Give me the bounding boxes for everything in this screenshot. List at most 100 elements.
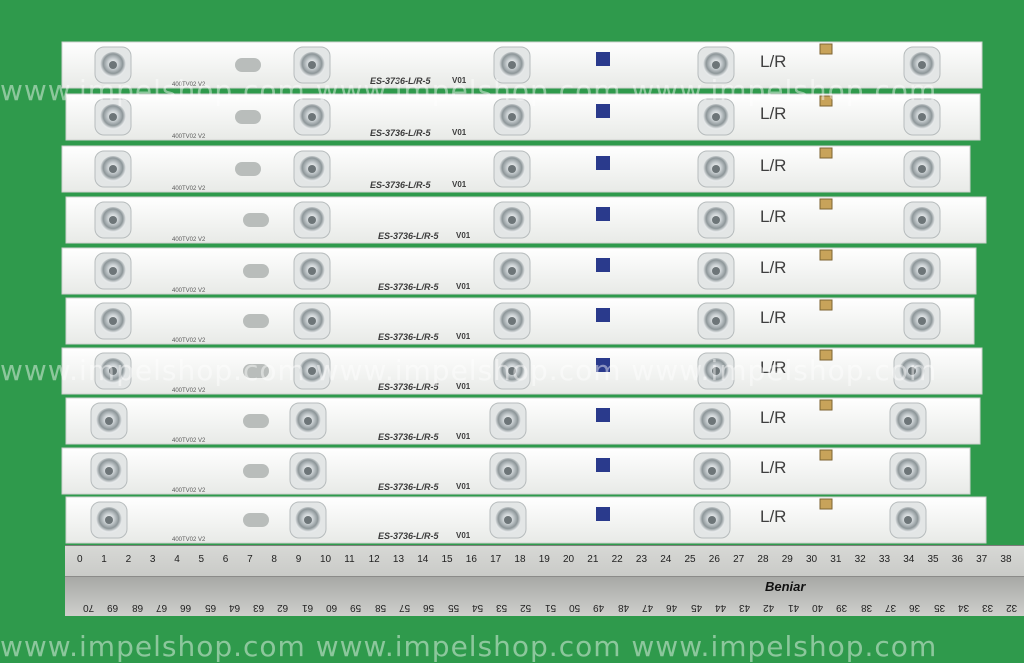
part-number: ES-3736-L/R-5 — [370, 180, 431, 190]
ruler-number: 45 — [690, 602, 702, 613]
ruler-number: 41 — [787, 602, 799, 613]
led-chip — [508, 317, 516, 325]
ruler-number: 0 — [77, 554, 83, 565]
lr-mark: L/R — [760, 207, 787, 226]
qr-code — [596, 308, 610, 322]
led-chip — [712, 113, 720, 121]
led-chip — [508, 216, 516, 224]
ruler-number: 43 — [739, 602, 751, 613]
mounting-slot — [243, 314, 269, 328]
connector-pad — [819, 498, 833, 510]
part-number: ES-3736-L/R-5 — [378, 332, 439, 342]
led-chip — [918, 317, 926, 325]
qr-code — [596, 458, 610, 472]
ruler-number: 9 — [295, 554, 302, 565]
led-chip — [304, 516, 312, 524]
led-chip — [105, 417, 113, 425]
ruler-number: 69 — [107, 602, 119, 613]
part-number: ES-3736-L/R-5 — [370, 128, 431, 138]
ruler-number: 40 — [812, 602, 824, 613]
qr-code — [596, 52, 610, 66]
led-chip — [508, 267, 516, 275]
led-chip — [712, 216, 720, 224]
lr-mark: L/R — [760, 258, 787, 277]
led-chip — [308, 61, 316, 69]
ruler-number: 33 — [878, 554, 891, 565]
led-chip — [109, 165, 117, 173]
edge-marking: 400TV02 V2 — [172, 134, 206, 140]
led-chip — [109, 216, 117, 224]
lr-mark: L/R — [760, 308, 787, 327]
connector-pad — [819, 198, 833, 210]
ruler-number: 32 — [1006, 602, 1018, 613]
ruler-number: 68 — [131, 602, 143, 613]
lr-mark: L/R — [760, 104, 787, 123]
ruler-number: 54 — [471, 602, 483, 613]
ruler-number: 46 — [666, 602, 678, 613]
ruler-number: 44 — [714, 602, 726, 613]
led-chip — [308, 113, 316, 121]
led-chip — [918, 61, 926, 69]
edge-marking: 400TV02 V2 — [172, 537, 206, 543]
ruler-number: 33 — [982, 602, 994, 613]
edge-marking: 400TV02 V2 — [172, 288, 206, 294]
ruler-number: 55 — [447, 602, 459, 613]
connector-pad — [819, 399, 833, 411]
ruler-number: 34 — [957, 602, 969, 613]
ruler-number: 30 — [806, 554, 818, 565]
ruler-number: 34 — [903, 554, 915, 565]
ruler-number: 8 — [271, 554, 277, 565]
ruler-number: 11 — [344, 554, 355, 565]
led-chip — [508, 61, 516, 69]
lr-mark: L/R — [760, 156, 787, 175]
led-chip — [504, 516, 512, 524]
led-chip — [105, 516, 113, 524]
led-chip — [109, 61, 117, 69]
part-number: ES-3736-L/R-5 — [378, 531, 439, 541]
ruler-number: 32 — [854, 554, 866, 565]
ruler-number: 28 — [757, 554, 769, 565]
lr-mark: L/R — [760, 52, 787, 71]
ruler-number: 27 — [733, 554, 745, 565]
mounting-slot — [235, 162, 261, 176]
ruler-number: 7 — [247, 554, 253, 565]
watermark-middle: www.impelshop.com www.impelshop.com www.… — [0, 354, 938, 387]
strip-version: V01 — [456, 482, 471, 491]
ruler-number: 56 — [423, 602, 435, 613]
mounting-slot — [243, 414, 269, 428]
strip-version: V01 — [452, 180, 467, 189]
ruler-number: 5 — [198, 554, 205, 565]
ruler-number: 52 — [520, 602, 532, 613]
mounting-slot — [243, 213, 269, 227]
edge-marking: 400TV02 V2 — [172, 438, 206, 444]
ruler-number: 63 — [253, 602, 265, 613]
measuring-ruler: 0 1 2 3 4 5 6 7 8 9 10 11 12 13 14 15 16 17 18 19 20 21 22 23 24… — [65, 545, 1024, 616]
led-chip — [109, 267, 117, 275]
part-number: ES-3736-L/R-5 — [378, 231, 439, 241]
edge-marking: 400TV02 V2 — [172, 388, 206, 394]
led-chip — [904, 417, 912, 425]
ruler-number: 42 — [763, 602, 775, 613]
strip-version: V01 — [456, 231, 471, 240]
ruler-number: 38 — [1000, 554, 1012, 565]
ruler-number: 18 — [514, 554, 526, 565]
part-number: ES-3736-L/R-5 — [378, 432, 439, 442]
ruler-number: 15 — [441, 554, 453, 565]
ruler-brand: Beniar — [765, 579, 806, 594]
led-chip — [712, 61, 720, 69]
connector-pad — [819, 299, 833, 311]
ruler-number: 48 — [617, 602, 629, 613]
led-chip — [508, 113, 516, 121]
ruler-number: 19 — [538, 554, 550, 565]
led-chip — [504, 417, 512, 425]
qr-code — [596, 156, 610, 170]
ruler-number: 36 — [951, 554, 963, 565]
strip-version: V01 — [456, 282, 471, 291]
led-chip — [918, 267, 926, 275]
ruler-number: 13 — [392, 554, 405, 565]
ruler-number: 37 — [976, 554, 988, 565]
led-chip — [918, 113, 926, 121]
led-chip — [904, 516, 912, 524]
strip-version: V01 — [456, 332, 471, 341]
ruler-number: 66 — [180, 602, 192, 613]
